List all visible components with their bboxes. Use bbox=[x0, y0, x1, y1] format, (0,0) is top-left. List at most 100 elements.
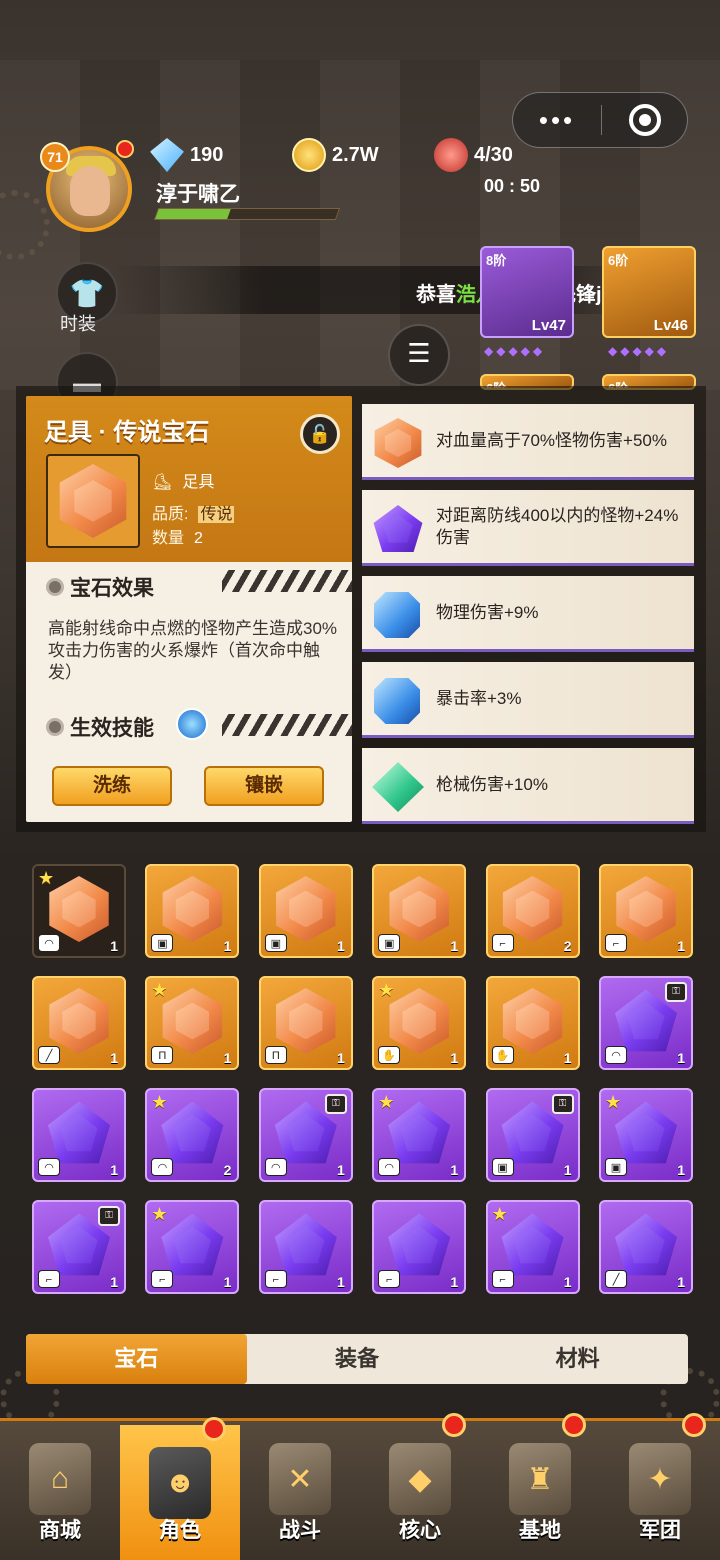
gem-slot-cell[interactable]: ⌐ 1 bbox=[599, 864, 693, 958]
gem-slot-cell[interactable]: ★ ▣ 1 bbox=[599, 1088, 693, 1182]
armor-icon: ▣ bbox=[605, 1158, 627, 1176]
gem-detail-panel: 足具 · 传说宝石 🔓 ⛸ 足具 品质: 传说 数量 2 宝石效果 高能射线命中点燃的… bbox=[26, 396, 352, 822]
diamond-stat[interactable]: 190 bbox=[150, 138, 223, 172]
star-icon: ★ bbox=[151, 1204, 168, 1224]
gem-slot-cell[interactable]: ╱ 1 bbox=[599, 1200, 693, 1294]
gem-slot-cell[interactable]: Π1 bbox=[258, 976, 353, 1070]
miniprogram-capsule: ••• bbox=[512, 92, 688, 148]
equipment-card[interactable]: 8阶 Lv47 bbox=[480, 246, 574, 338]
gem-count: 1 bbox=[677, 938, 685, 954]
gem-menu-button[interactable]: ☰ bbox=[388, 324, 450, 386]
gem-slot-cell[interactable]: ★ ◠ 1 bbox=[32, 864, 126, 958]
tab-gem[interactable]: 宝石 bbox=[26, 1334, 247, 1384]
armor-icon: ▣ bbox=[151, 934, 174, 952]
skill-icon[interactable] bbox=[176, 708, 208, 740]
equipment-socket-diamonds: ◆◆◆◆◆ bbox=[608, 344, 670, 358]
lock-icon: ⚿ bbox=[324, 1094, 347, 1114]
tab-material[interactable]: 材料 bbox=[467, 1334, 688, 1384]
avatar-notification-dot bbox=[116, 140, 134, 158]
gem-count: 1 bbox=[337, 1162, 345, 1178]
equipment-card[interactable]: 6阶 Lv46 bbox=[602, 246, 696, 338]
gem-slot-cell[interactable]: ✋ 1 bbox=[485, 976, 580, 1070]
notification-dot bbox=[202, 1417, 226, 1441]
gem-count: 1 bbox=[450, 938, 459, 954]
refine-button[interactable]: 洗练 bbox=[52, 766, 172, 806]
gem-slot-cell[interactable]: ╱ 1 bbox=[32, 976, 126, 1070]
gem-slot-cell[interactable]: ★ ⌐ 1 bbox=[145, 1200, 240, 1294]
boot-icon: ⛸ bbox=[152, 474, 173, 491]
tab-equipment[interactable]: 装备 bbox=[247, 1334, 468, 1384]
gem-slot-cell[interactable]: ★ ⌐ 1 bbox=[485, 1200, 580, 1294]
notification-dot bbox=[682, 1413, 706, 1437]
stamina-stat[interactable]: 4/30 bbox=[434, 138, 513, 172]
gem-slot-cell[interactable]: ★ ✋ 1 bbox=[372, 976, 467, 1070]
gem-count: 1 bbox=[450, 1162, 459, 1178]
lock-toggle-button[interactable]: 🔓 bbox=[300, 414, 340, 454]
orange-gem-icon bbox=[49, 988, 109, 1054]
gem-count: 1 bbox=[337, 938, 345, 954]
nav-legion[interactable]: ✦ 军团 bbox=[600, 1413, 720, 1560]
gem-slot-cell[interactable]: ⌐ 2 bbox=[485, 864, 580, 958]
gem-slot-cell[interactable]: ⚿ ⌐ 1 bbox=[32, 1200, 126, 1294]
gem-count: 1 bbox=[677, 1050, 685, 1066]
orange-gem-icon bbox=[276, 988, 336, 1054]
gem-slot-cell[interactable]: ⌐ 1 bbox=[372, 1200, 467, 1294]
xp-bar-fill bbox=[155, 209, 231, 219]
gem-slot-cell[interactable]: ★ ◠ 1 bbox=[372, 1088, 467, 1182]
attribute-row: 暴击率+3% bbox=[362, 662, 694, 738]
capsule-divider bbox=[601, 105, 602, 135]
attribute-row: 枪械伤害+10% bbox=[362, 748, 694, 824]
hatch-decoration bbox=[222, 570, 352, 592]
attribute-row: 对距离防线400以内的怪物+24%伤害 bbox=[362, 490, 694, 566]
nav-core-label: 核心 bbox=[399, 1519, 441, 1542]
avatar-face bbox=[70, 166, 110, 216]
gem-slot-row: ⛸ 足具 bbox=[152, 468, 214, 492]
stamina-timer: 00 : 50 bbox=[484, 176, 541, 196]
purple-gem-icon bbox=[373, 505, 423, 552]
attribute-row: 物理伤害+9% bbox=[362, 576, 694, 652]
blue-gem-icon bbox=[374, 592, 420, 638]
close-miniprogram-icon[interactable] bbox=[629, 104, 661, 136]
boots-icon: ⌐ bbox=[491, 934, 514, 952]
coin-count: 2.7W bbox=[332, 143, 379, 166]
pants-icon: Π bbox=[151, 1046, 174, 1064]
gem-count: 1 bbox=[110, 1050, 118, 1066]
more-menu-button[interactable]: ••• bbox=[513, 92, 601, 148]
gem-slot-cell[interactable]: ▣ 1 bbox=[258, 864, 353, 958]
nav-character[interactable]: ☻ 角色 bbox=[120, 1417, 240, 1560]
gem-count: 1 bbox=[563, 1050, 572, 1066]
shirt-icon: 👕 bbox=[69, 277, 105, 309]
gem-slot-cell[interactable]: ★ Π 1 bbox=[145, 976, 240, 1070]
unlock-icon: 🔓 bbox=[308, 424, 332, 444]
section-bullet-icon bbox=[46, 578, 64, 596]
helmet-icon: ◠ bbox=[378, 1158, 401, 1176]
player-level-badge: 71 bbox=[40, 142, 70, 172]
orange-gem-icon bbox=[49, 876, 109, 942]
coin-stat[interactable]: 2.7W bbox=[292, 138, 379, 172]
gem-slot-cell[interactable]: ▣ 1 bbox=[372, 864, 467, 958]
purple-gem-icon bbox=[501, 1213, 564, 1276]
gem-count: 1 bbox=[677, 1274, 685, 1290]
boots-icon: ⌐ bbox=[151, 1270, 174, 1288]
stamina-count: 4/30 bbox=[474, 143, 513, 166]
gem-slot-cell[interactable]: ⚿ ◠ 1 bbox=[258, 1088, 353, 1182]
inventory-tabs: 宝石 装备 材料 bbox=[26, 1334, 688, 1384]
star-icon: ★ bbox=[491, 1204, 508, 1224]
gem-slot-cell[interactable]: ★ ◠ 2 bbox=[145, 1088, 240, 1182]
gem-slot-cell[interactable]: ⌐ 1 bbox=[258, 1200, 353, 1294]
nav-shop[interactable]: ⌂ 商城 bbox=[0, 1421, 120, 1560]
attribute-text: 暴击率+3% bbox=[436, 688, 522, 708]
effect-heading: 宝石效果 bbox=[46, 572, 154, 602]
nav-base[interactable]: ♜ 基地 bbox=[480, 1413, 600, 1560]
gem-slot-cell[interactable]: ⚿ ◠ 1 bbox=[599, 976, 693, 1070]
gem-count: 1 bbox=[223, 1050, 232, 1066]
inlay-button[interactable]: 镶嵌 bbox=[204, 766, 324, 806]
orange-gem-icon bbox=[616, 876, 676, 942]
gem-slot-cell[interactable]: ◠ 1 bbox=[32, 1088, 126, 1182]
nav-battle[interactable]: ✕ 战斗 bbox=[240, 1421, 360, 1560]
nav-core[interactable]: ◆ 核心 bbox=[360, 1413, 480, 1560]
gem-count: 1 bbox=[110, 1162, 118, 1178]
gem-slot-cell[interactable]: ▣ 1 bbox=[145, 864, 240, 958]
legion-shield-icon: ✦ bbox=[629, 1443, 691, 1515]
gem-slot-cell[interactable]: ⚿ ▣ 1 bbox=[485, 1088, 580, 1182]
